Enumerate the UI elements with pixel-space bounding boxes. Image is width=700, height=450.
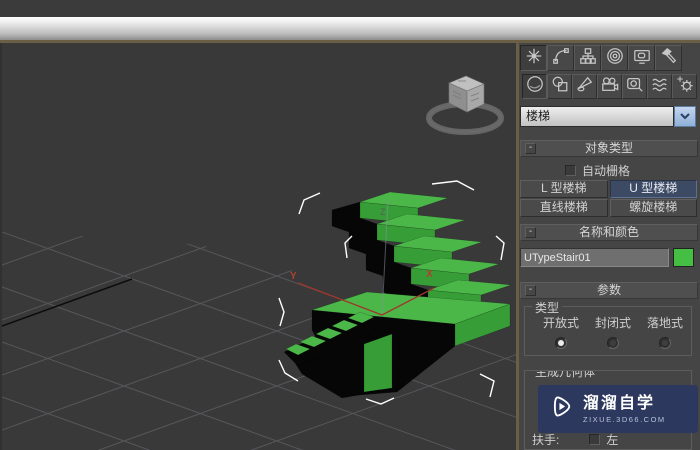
main-toolbar-area xyxy=(0,17,700,40)
name-color-row xyxy=(520,248,697,267)
category-dropdown-value: 楼梯 xyxy=(520,106,674,127)
box-type-radio[interactable] xyxy=(659,337,671,349)
tab-utilities[interactable] xyxy=(655,45,682,71)
geometry-sphere-icon xyxy=(526,75,544,98)
u-type-stair-button[interactable]: U 型楼梯 xyxy=(609,180,697,198)
object-color-swatch[interactable] xyxy=(673,248,694,267)
watermark-url: ZIXUE.3D66.COM xyxy=(583,414,666,424)
axis-label-x: X xyxy=(426,269,433,280)
object-name-input[interactable] xyxy=(520,248,669,267)
category-helpers[interactable] xyxy=(622,74,647,99)
category-geometry[interactable] xyxy=(522,74,547,99)
rollout-object-type-header[interactable]: - 对象类型 xyxy=(520,140,698,157)
rollout-parameters-header[interactable]: - 参数 xyxy=(520,282,698,299)
handrail-left-checkbox[interactable] xyxy=(589,434,601,445)
lights-spotlight-icon xyxy=(576,75,594,98)
closed-type-label: 封闭式 xyxy=(594,316,631,330)
cameras-icon xyxy=(601,75,619,98)
category-lights[interactable] xyxy=(572,74,597,99)
tab-hierarchy[interactable] xyxy=(574,45,601,71)
grid-axis-line xyxy=(2,278,133,327)
3dsmax-window: { "ui": { "collapse_glyph": "-" }, "comm… xyxy=(0,0,700,450)
collapse-minus-icon[interactable]: - xyxy=(525,285,536,296)
straight-stair-button[interactable]: 直线楼梯 xyxy=(520,199,608,217)
autogrid-label: 自动栅格 xyxy=(582,164,631,178)
create-starburst-icon xyxy=(525,47,543,70)
category-cameras[interactable] xyxy=(597,74,622,99)
shapes-icon xyxy=(551,75,569,98)
autogrid-checkbox[interactable] xyxy=(565,165,576,176)
collapse-minus-icon[interactable]: - xyxy=(525,227,536,238)
handrail-label: 扶手: xyxy=(532,433,560,447)
utilities-hammer-icon xyxy=(660,47,678,70)
handrail-left-label: 左 xyxy=(606,433,619,447)
window-top-strip xyxy=(0,0,700,17)
play-icon xyxy=(548,393,575,425)
tab-motion[interactable] xyxy=(601,45,628,71)
modify-curve-icon xyxy=(552,47,570,70)
space-warps-waves-icon xyxy=(651,75,669,98)
chevron-down-icon xyxy=(679,108,691,126)
autogrid-row: 自动栅格 xyxy=(519,162,697,179)
stair-type-buttons: L 型楼梯 U 型楼梯 直线楼梯 螺旋楼梯 xyxy=(520,180,697,217)
hierarchy-tree-icon xyxy=(579,47,597,70)
axis-label-z: Z xyxy=(380,207,386,217)
collapse-minus-icon[interactable]: - xyxy=(525,143,536,154)
rollout-parameters-title: 参数 xyxy=(596,283,621,297)
perspective-viewport[interactable]: Y X Z xyxy=(0,43,518,450)
category-space-warps[interactable] xyxy=(647,74,672,99)
category-systems[interactable] xyxy=(672,74,697,99)
category-shapes[interactable] xyxy=(547,74,572,99)
rollout-name-color-header[interactable]: - 名称和颜色 xyxy=(520,224,698,241)
type-group-legend: 类型 xyxy=(532,299,563,316)
motion-rings-icon xyxy=(606,47,624,70)
viewport-canvas: Y X Z xyxy=(2,75,516,450)
category-dropdown[interactable]: 楼梯 xyxy=(520,106,696,127)
type-group: 类型 开放式 封闭式 落地式 xyxy=(524,299,692,356)
rollout-name-color-title: 名称和颜色 xyxy=(578,225,639,239)
tab-create[interactable] xyxy=(520,45,547,71)
dropdown-arrow-button[interactable] xyxy=(674,106,696,127)
tab-modify[interactable] xyxy=(547,45,574,71)
closed-type-radio[interactable] xyxy=(607,337,619,349)
systems-gear-icon xyxy=(676,75,694,98)
l-type-stair-button[interactable]: L 型楼梯 xyxy=(520,180,608,198)
open-type-label: 开放式 xyxy=(542,316,579,330)
type-option-radios xyxy=(525,331,691,349)
create-category-tabs xyxy=(522,74,697,99)
spiral-stair-button[interactable]: 螺旋楼梯 xyxy=(609,199,697,217)
helpers-measure-icon xyxy=(626,75,644,98)
axis-label-y: Y xyxy=(290,271,297,282)
rollout-object-type-title: 对象类型 xyxy=(584,141,633,155)
box-type-label: 落地式 xyxy=(646,316,683,330)
tab-display[interactable] xyxy=(628,45,655,71)
watermark: 溜溜自学 ZIXUE.3D66.COM xyxy=(538,385,698,433)
handrail-row: 扶手: 左 xyxy=(532,431,618,448)
watermark-brand: 溜溜自学 xyxy=(583,394,656,412)
command-panel-tabs xyxy=(520,45,682,71)
open-type-radio[interactable] xyxy=(555,337,567,349)
view-cube[interactable] xyxy=(426,75,504,135)
generate-geometry-legend: 生成几何体 xyxy=(532,371,599,380)
display-monitor-icon xyxy=(633,47,651,70)
stair-object[interactable] xyxy=(283,191,512,399)
